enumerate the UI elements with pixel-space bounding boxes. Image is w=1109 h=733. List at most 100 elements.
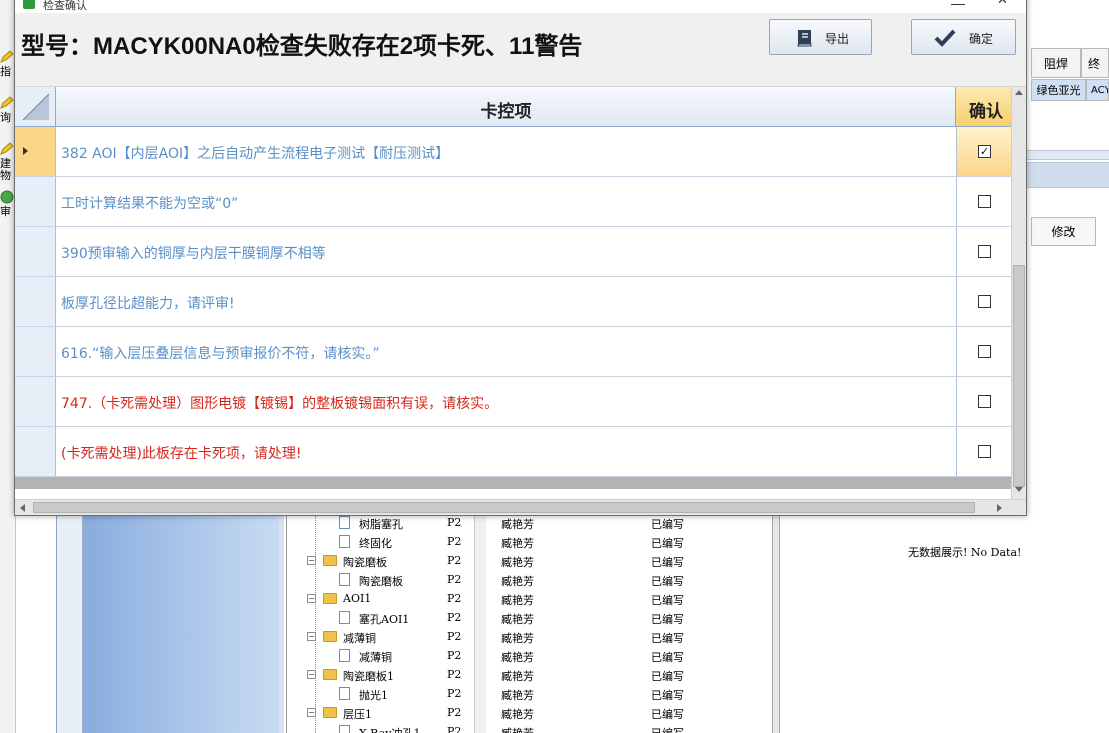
document-icon [339,573,350,586]
grid-empty-area [15,477,1011,489]
tree-scrollbar[interactable] [474,516,486,733]
tree-row[interactable]: 终固化 P2 臧艳芳 已编写 [287,532,773,551]
grid-row[interactable]: (卡死需处理)此板存在卡死项，请处理! [15,427,1011,477]
row-indicator[interactable] [15,377,56,426]
row-indicator[interactable] [15,227,56,276]
tree-cell: 已编写 [651,556,684,569]
grid-row[interactable]: 板厚孔径比超能力，请评审! [15,277,1011,327]
scroll-up-icon[interactable] [1015,90,1023,95]
tree-row[interactable]: 陶瓷磨板 P2 臧艳芳 已编写 [287,570,773,589]
tree-node-name: 减薄铜 [359,651,392,664]
tree-node-name: 塞孔AOI1 [359,613,410,626]
scroll-thumb[interactable] [33,502,975,513]
tree-cell: P2 [447,649,462,662]
tree-node-name: 陶瓷磨板 [343,556,387,569]
confirm-checkbox[interactable] [978,295,991,308]
column-header-label: 卡控项 [480,102,532,122]
collapse-icon[interactable]: − [307,708,316,717]
book-icon [797,30,812,47]
grid-horizontal-scrollbar[interactable] [15,499,1026,515]
tree-row[interactable]: 抛光1 P2 臧艳芳 已编写 [287,684,773,703]
background-navigation-panel [56,516,284,733]
tree-row[interactable]: − AOI1 P2 臧艳芳 已编写 [287,589,773,608]
tree-row[interactable]: − 陶瓷磨板 P2 臧艳芳 已编写 [287,551,773,570]
tree-cell: 已编写 [651,708,684,721]
tree-node-name: 减薄铜 [343,632,376,645]
row-indicator[interactable] [15,127,56,176]
grid-row[interactable]: 747.（卡死需处理）图形电镀【镀锡】的整板镀锡面积有误，请核实。 [15,377,1011,427]
confirm-cell: ✓ [956,127,1011,176]
dialog-title: 型号：MACYK00NA0检查失败存在2项卡死、11警告 [21,33,583,60]
modify-button[interactable]: 修改 [1031,217,1096,246]
close-icon[interactable]: ✕ [997,0,1008,8]
control-item-text: 板厚孔径比超能力，请评审! [61,296,235,312]
grid-vertical-scrollbar[interactable] [1011,87,1026,499]
row-indicator[interactable] [15,177,56,226]
collapse-icon[interactable]: − [307,670,316,679]
scroll-thumb[interactable] [1013,265,1025,487]
confirm-cell [956,227,1011,276]
collapse-icon[interactable]: − [307,556,316,565]
dialog-titlebar[interactable]: 检查确认 ✕ [15,0,1026,13]
tree-cell: 臧艳芳 [501,632,534,645]
confirm-checkbox[interactable] [978,445,991,458]
tree-row[interactable]: − 减薄铜 P2 臧艳芳 已编写 [287,627,773,646]
scroll-down-icon[interactable] [1015,487,1023,492]
confirm-checkbox[interactable] [978,195,991,208]
tree-row[interactable]: 减薄铜 P2 臧艳芳 已编写 [287,646,773,665]
tree-splitter[interactable] [772,516,780,733]
document-icon [339,687,350,700]
confirm-checkbox[interactable] [978,345,991,358]
tree-cell: 已编写 [651,575,684,588]
grid-row[interactable]: 工时计算结果不能为空或“0” [15,177,1011,227]
right-grid-cell[interactable]: ACY [1086,79,1109,101]
confirm-checkbox[interactable] [978,245,991,258]
tree-cell: 臧艳芳 [501,670,534,683]
grid-row[interactable]: 382 AOI【内层AOI】之后自动产生流程电子测试【耐压测试】 ✓ [15,127,1011,177]
tree-row[interactable]: − 层压1 P2 臧艳芳 已编写 [287,703,773,722]
minimize-icon[interactable] [951,0,965,5]
row-indicator[interactable] [15,427,56,476]
folder-icon [323,555,337,566]
column-header-confirm[interactable]: 确认 [956,87,1011,127]
tree-row[interactable]: X-Ray冲孔1 P2 臧艳芳 已编写 [287,722,773,733]
column-header-control-item[interactable]: 卡控项 [56,87,956,127]
tree-cell: P2 [447,725,462,733]
row-indicator[interactable] [15,327,56,376]
toolbar-label: 审 [0,205,11,218]
tree-cell: P2 [447,516,462,529]
tree-cell: 已编写 [651,613,684,626]
confirm-cell [956,327,1011,376]
row-indicator[interactable] [15,277,56,326]
tree-row[interactable]: 塞孔AOI1 P2 臧艳芳 已编写 [287,608,773,627]
tree-row[interactable]: − 陶瓷磨板1 P2 臧艳芳 已编写 [287,665,773,684]
tree-cell: 臧艳芳 [501,518,534,531]
confirm-cell [956,177,1011,226]
confirm-checkbox[interactable]: ✓ [978,145,991,158]
scroll-left-icon[interactable] [20,504,25,512]
pencil-icon [0,142,14,155]
confirm-cell [956,377,1011,426]
tree-node-name: X-Ray冲孔1 [359,725,420,733]
tree-cell: P2 [447,573,462,586]
dialog-header: 型号：MACYK00NA0检查失败存在2项卡死、11警告 导出 确定 [15,13,1026,87]
right-grid-cell[interactable]: 绿色亚光 [1031,79,1086,101]
control-item-text: 390预审输入的铜厚与内层干膜铜厚不相等 [61,246,326,262]
document-icon [339,611,350,624]
export-label: 导出 [825,32,850,46]
control-item-text: (卡死需处理)此板存在卡死项，请处理! [61,446,302,462]
collapse-icon[interactable]: − [307,632,316,641]
grid-row[interactable]: 390预审输入的铜厚与内层干膜铜厚不相等 [15,227,1011,277]
process-tree: 树脂塞孔 P2 臧艳芳 已编写 终固化 P2 臧艳芳 已编写 − 陶瓷磨板 P2 臧艳芳 已编写 陶瓷磨板… [286,516,772,733]
confirm-checkbox[interactable] [978,395,991,408]
grid-row[interactable]: 616.“输入层压叠层信息与预审报价不符，请核实。” [15,327,1011,377]
control-item-text: 382 AOI【内层AOI】之后自动产生流程电子测试【耐压测试】 [61,146,450,162]
right-panel-divider [1027,150,1109,160]
grid-corner-cell[interactable] [15,87,56,127]
tree-cell: 臧艳芳 [501,613,534,626]
confirm-button[interactable]: 确定 [911,19,1016,55]
collapse-icon[interactable]: − [307,594,316,603]
scroll-right-icon[interactable] [997,504,1002,512]
folder-icon [323,593,337,604]
export-button[interactable]: 导出 [769,19,872,55]
